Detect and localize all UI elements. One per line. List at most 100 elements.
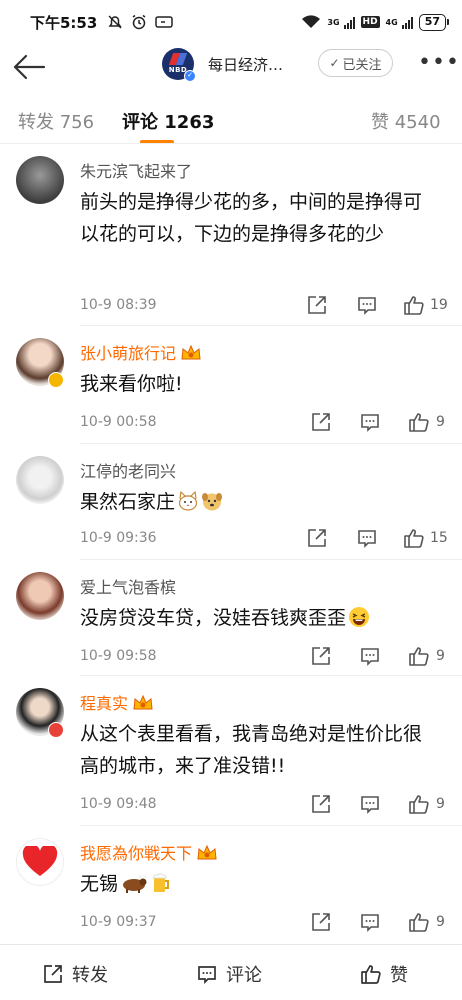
repost-icon[interactable] [310,911,332,933]
nav-bar: NBD ✓ 每日经济… ✓ 已关注 ••• [0,44,462,92]
like-icon[interactable] [408,793,430,815]
signal-icon [401,16,413,29]
comment-author-name: 程真实 [80,694,129,713]
like-count: 9 [436,414,445,430]
status-bar: 下午5:53 3G HD 4G 57 [0,0,462,44]
like-label: 赞 [390,965,408,986]
cat-face-emoji-icon [178,490,198,511]
comment-text-content: 没房贷没车贷，没娃吞钱爽歪歪 [80,607,347,629]
comment-label: 评论 [226,965,262,986]
like-icon[interactable] [408,411,430,433]
repost-label: 转发 [72,965,108,986]
comment-text: 我来看你啦! [80,373,183,395]
signal-icon [343,16,355,29]
comment-icon[interactable] [359,645,381,667]
comment-text: 前头的是挣得少花的多，中间的是挣得可以花的可以，下边的是挣得多花的少 [80,191,423,245]
followed-button[interactable]: ✓ 已关注 [318,49,393,77]
like-button[interactable]: 赞 [360,961,408,987]
check-icon: ✓ [329,56,340,70]
comment-time: 10-9 09:48 [80,796,157,812]
comment-author[interactable]: 朱元滨飞起来了 [80,158,192,182]
beer-mug-emoji-icon [152,873,170,892]
avatar[interactable] [16,456,64,504]
like-icon[interactable] [403,294,425,316]
network-2-label: 4G [385,17,398,27]
like-count: 9 [436,796,445,812]
status-notification-icons [107,14,174,30]
tab-reposts[interactable]: 转发 756 [18,108,94,134]
avatar[interactable] [16,838,64,886]
comment-time: 10-9 09:36 [80,530,157,546]
ox-emoji-icon [123,874,147,893]
comment-author[interactable]: 程真实 [80,690,154,714]
like-icon[interactable] [408,645,430,667]
comment-item: 张小萌旅行记 我来看你啦! 10-9 00:58 9 [0,326,462,444]
more-menu-icon[interactable]: ••• [418,52,460,74]
comment-text: 果然石家庄 [80,486,440,518]
repost-button[interactable]: 转发 [42,961,108,987]
like-icon[interactable] [408,911,430,933]
comment-time: 10-9 09:58 [80,648,157,664]
comment-author-name: 张小萌旅行记 [80,344,177,363]
repost-icon[interactable] [310,645,332,667]
avatar[interactable] [16,572,64,620]
comment-button[interactable]: 评论 [196,961,262,987]
status-time: 下午5:53 [30,13,98,32]
followed-label: 已关注 [342,57,382,73]
wifi-icon [302,15,321,28]
like-icon[interactable] [403,527,425,549]
battery-indicator: 57 [418,13,450,31]
repost-icon[interactable] [310,411,332,433]
comment-icon[interactable] [359,411,381,433]
status-right-icons: 3G HD 4G 57 [301,13,450,31]
tab-comments[interactable]: 评论 1263 [122,108,214,134]
like-icon [361,965,381,984]
vip-crown-icon [133,694,153,710]
comment-author[interactable]: 江停的老同兴 [80,458,176,482]
comment-icon[interactable] [356,294,378,316]
tab-likes[interactable]: 赞 4540 [371,108,441,134]
repost-icon [44,965,62,983]
alarm-icon [132,14,146,30]
dog-face-emoji-icon [202,493,223,511]
like-count: 19 [430,297,448,313]
comment-item: 江停的老同兴 果然石家庄 10-9 09:36 15 [0,444,462,560]
mute-icon [108,15,122,29]
laughing-face-emoji-icon [349,607,370,627]
comment-item: 我愿為你戦天下 无锡 10-9 09:37 9 [0,826,462,944]
comment-author-name: 我愿為你戦天下 [80,844,193,863]
like-count: 9 [436,914,445,930]
comment-icon [198,966,216,985]
repost-icon[interactable] [306,294,328,316]
comment-item: 朱元滨飞起来了 前头的是挣得少花的多，中间的是挣得可以花的可以，下边的是挣得多花… [0,144,462,326]
heart-icon [22,846,58,876]
repost-icon[interactable] [306,527,328,549]
comment-text: 没房贷没车贷，没娃吞钱爽歪歪 [80,602,440,634]
comment-author[interactable]: 我愿為你戦天下 [80,840,218,864]
network-1-label: 3G [327,17,340,27]
repost-icon[interactable] [310,793,332,815]
back-arrow-icon[interactable] [12,52,46,82]
account-logo: NBD ✓ [162,48,196,82]
comment-author[interactable]: 张小萌旅行记 [80,340,202,364]
like-count: 15 [430,530,448,546]
verified-badge-icon: ✓ [184,70,196,82]
avatar[interactable] [16,156,64,204]
comment-icon[interactable] [359,911,381,933]
comment-text: 从这个表里看看，我青岛绝对是性价比很高的城市，来了准没错!! [80,723,423,777]
comment-author[interactable]: 爱上气泡香槟 [80,574,176,598]
comment-time: 10-9 09:37 [80,914,157,930]
comment-item: 程真实 从这个表里看看，我青岛绝对是性价比很高的城市，来了准没错!! 10-9 … [0,676,462,826]
vip-crown-icon [197,844,217,860]
comment-icon[interactable] [356,527,378,549]
comment-icon[interactable] [359,793,381,815]
verified-badge-icon [48,722,64,738]
comment-text: 无锡 [80,868,440,900]
bottom-action-bar: 转发 评论 赞 [0,944,462,1000]
comment-time: 10-9 00:58 [80,414,157,430]
like-count: 9 [436,648,445,664]
comment-time: 10-9 08:39 [80,297,157,313]
comment-text-content: 无锡 [80,873,119,895]
account-header[interactable]: NBD ✓ 每日经济… [162,48,284,82]
account-name: 每日经济… [208,55,284,74]
